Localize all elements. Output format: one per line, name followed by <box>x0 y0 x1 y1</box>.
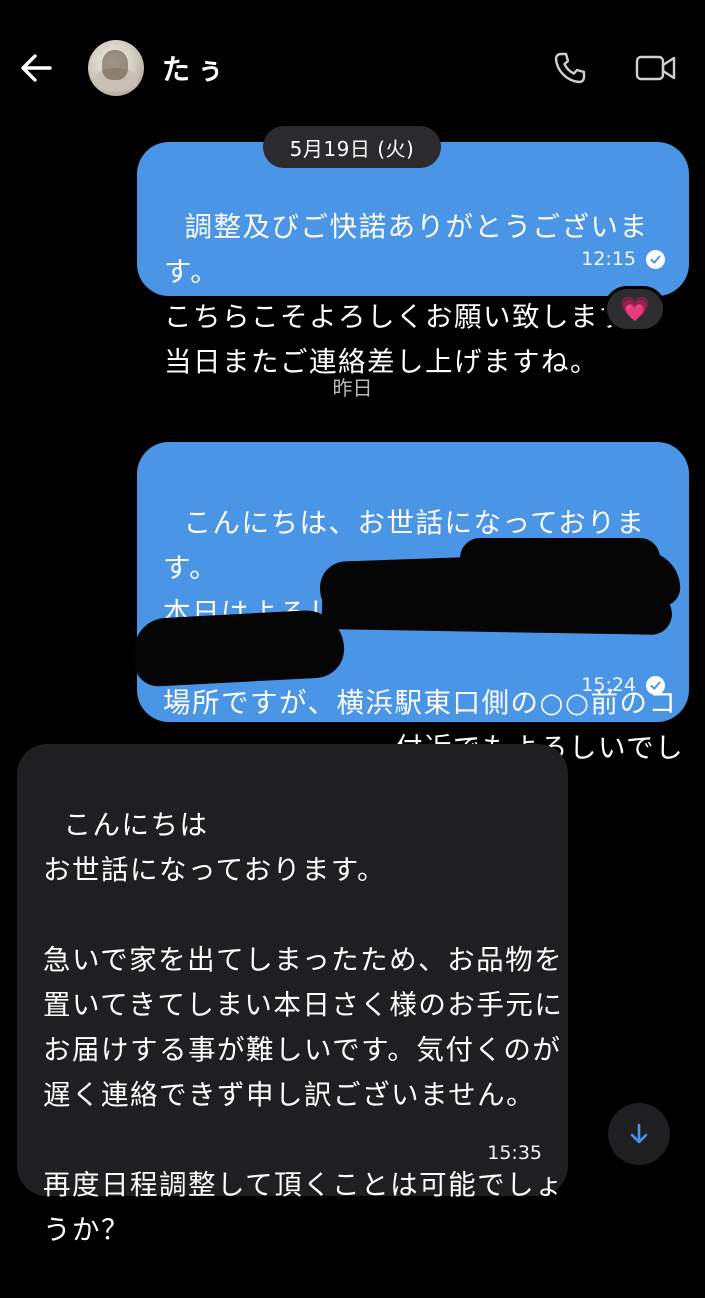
contact-avatar[interactable] <box>88 40 144 96</box>
message-meta: 15:35 <box>487 1131 542 1176</box>
back-button[interactable] <box>14 46 58 90</box>
date-pill: 5月19日 (火) <box>263 126 441 168</box>
message-meta: 12:15 <box>581 237 665 282</box>
arrow-down-icon <box>630 1123 648 1144</box>
read-check-icon <box>646 676 665 695</box>
pink-heart-icon: 💗 <box>620 295 650 323</box>
heart-reaction[interactable]: 💗 <box>604 286 666 332</box>
message-time: 12:15 <box>581 248 636 270</box>
read-check-icon <box>646 250 665 269</box>
contact-name[interactable]: たぅ <box>162 48 230 88</box>
video-call-button[interactable] <box>630 46 682 90</box>
redaction-mark <box>321 584 673 636</box>
arrow-left-icon <box>21 54 52 82</box>
message-time: 15:24 <box>581 674 636 696</box>
redaction-mark <box>460 538 660 578</box>
message-time: 15:35 <box>487 1142 542 1164</box>
voice-call-button[interactable] <box>548 46 592 90</box>
message-bubble-incoming[interactable]: こんにちは お世話になっております。 急いで家を出てしまったため、お品物を 置い… <box>17 744 568 1246</box>
day-separator: 昨日 <box>332 376 373 400</box>
message-text: こんにちは お世話になっております。 急いで家を出てしまったため、お品物を 置い… <box>43 809 565 1246</box>
scroll-to-bottom-button[interactable] <box>608 1103 670 1165</box>
chat-header: たぅ <box>0 0 705 130</box>
phone-icon <box>554 52 586 84</box>
video-camera-icon <box>635 55 676 81</box>
redaction-mark <box>132 608 346 688</box>
message-meta: 15:24 <box>581 663 665 708</box>
